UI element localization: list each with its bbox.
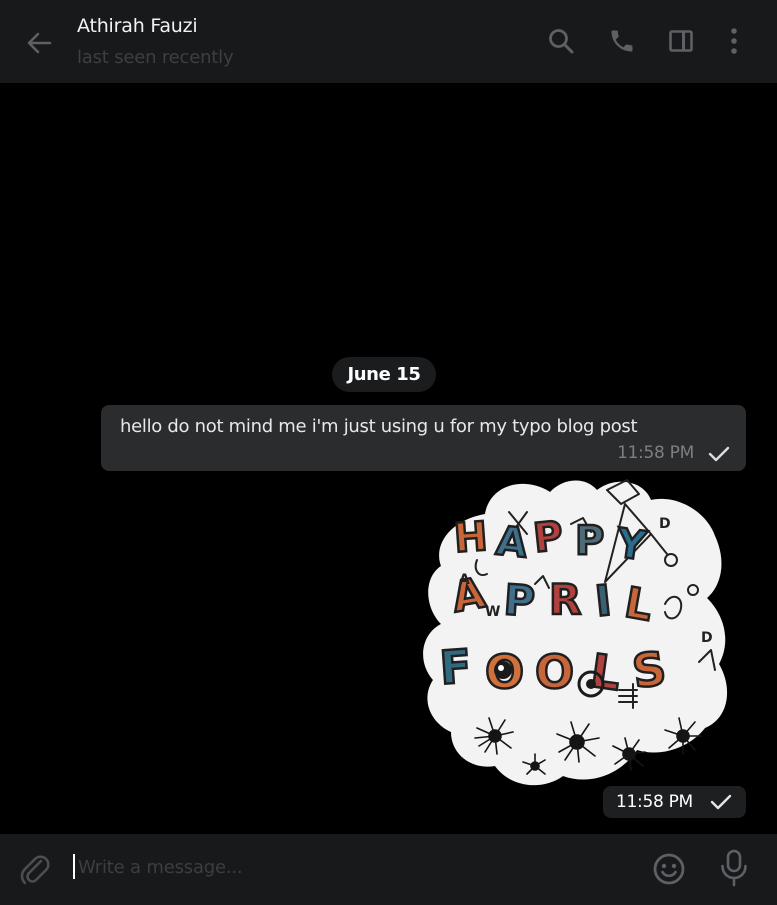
chat-header: Athirah Fauzi last seen recently — [0, 0, 777, 83]
message-text: hello do not mind me i'm just using u fo… — [120, 416, 638, 437]
arrow-left-icon — [27, 32, 52, 54]
sidebar-panel-icon — [669, 30, 693, 52]
toggle-info-panel-button[interactable] — [664, 24, 698, 58]
message-composer — [0, 834, 777, 905]
back-button[interactable] — [20, 24, 58, 62]
sticker-time-pill: 11:58 PM — [603, 786, 746, 818]
sticker-time: 11:58 PM — [616, 792, 693, 812]
paperclip-icon — [20, 855, 50, 885]
outgoing-text-message[interactable]: hello do not mind me i'm just using u fo… — [101, 405, 746, 471]
svg-text:P: P — [575, 518, 604, 564]
svg-text:R: R — [549, 575, 581, 624]
svg-text:D: D — [659, 516, 671, 532]
message-input[interactable] — [78, 850, 618, 884]
happy-april-fools-sticker[interactable]: H A P P Y A P R I L F O O L S — [415, 474, 740, 794]
emoji-button[interactable] — [650, 850, 688, 888]
more-options-button[interactable] — [717, 24, 751, 58]
telegram-chat-window: Athirah Fauzi last seen recently June 15… — [0, 0, 777, 905]
voice-message-button[interactable] — [715, 848, 753, 888]
single-check-icon — [708, 446, 730, 462]
svg-text:A: A — [459, 572, 470, 588]
svg-text:W: W — [485, 604, 500, 620]
svg-text:H: H — [452, 514, 489, 562]
date-separator: June 15 — [332, 357, 436, 392]
svg-text:P: P — [531, 513, 565, 562]
microphone-icon — [721, 849, 747, 887]
svg-text:D: D — [701, 630, 713, 646]
single-check-icon — [710, 794, 732, 810]
sticker-image: H A P P Y A P R I L F O O L S — [423, 479, 728, 786]
phone-icon — [611, 30, 633, 52]
more-vertical-icon — [731, 28, 737, 54]
text-cursor — [73, 854, 75, 879]
attach-button[interactable] — [16, 850, 54, 888]
message-time: 11:58 PM — [617, 443, 694, 463]
search-icon — [549, 29, 574, 54]
svg-text:A: A — [494, 518, 530, 567]
call-button[interactable] — [605, 24, 639, 58]
svg-text:F: F — [438, 639, 473, 695]
search-button[interactable] — [544, 24, 578, 58]
contact-name[interactable]: Athirah Fauzi — [77, 15, 198, 37]
svg-text:O: O — [535, 645, 574, 699]
svg-text:P: P — [502, 575, 536, 626]
contact-status: last seen recently — [77, 47, 234, 68]
emoji-icon — [653, 853, 685, 885]
